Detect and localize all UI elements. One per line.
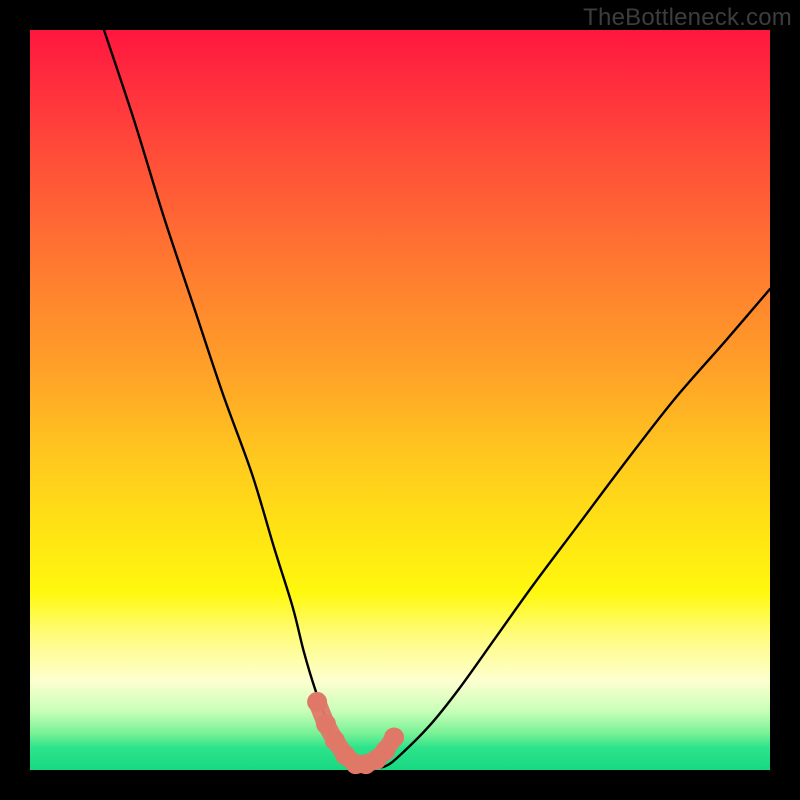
chart-frame: TheBottleneck.com	[0, 0, 800, 800]
chart-svg	[30, 30, 770, 770]
valley-marker-dot	[384, 727, 404, 747]
bottleneck-curve-path	[104, 30, 770, 768]
valley-marker-group	[307, 692, 404, 774]
plot-area	[30, 30, 770, 770]
valley-marker-dot	[307, 692, 327, 712]
watermark-text: TheBottleneck.com	[583, 4, 792, 32]
